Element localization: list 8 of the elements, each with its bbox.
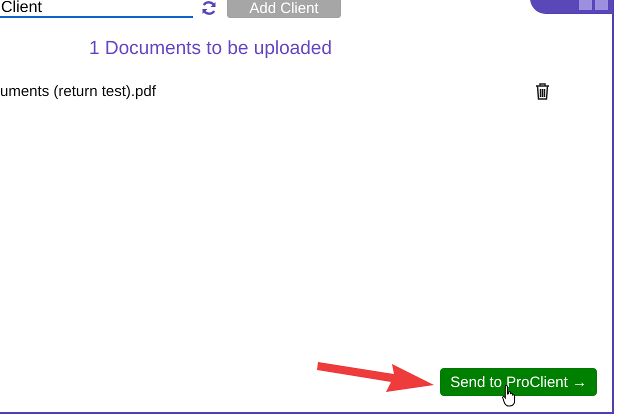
upload-heading: 1 Documents to be uploaded: [89, 38, 333, 60]
trash-icon[interactable]: [535, 83, 550, 100]
document-name: uments (return test).pdf: [0, 83, 156, 100]
send-button[interactable]: Send to ProClient →: [440, 368, 597, 396]
refresh-icon[interactable]: [201, 0, 217, 16]
square-icon: [579, 0, 592, 10]
square-icon: [595, 0, 608, 10]
client-field[interactable]: Client: [0, 0, 193, 18]
